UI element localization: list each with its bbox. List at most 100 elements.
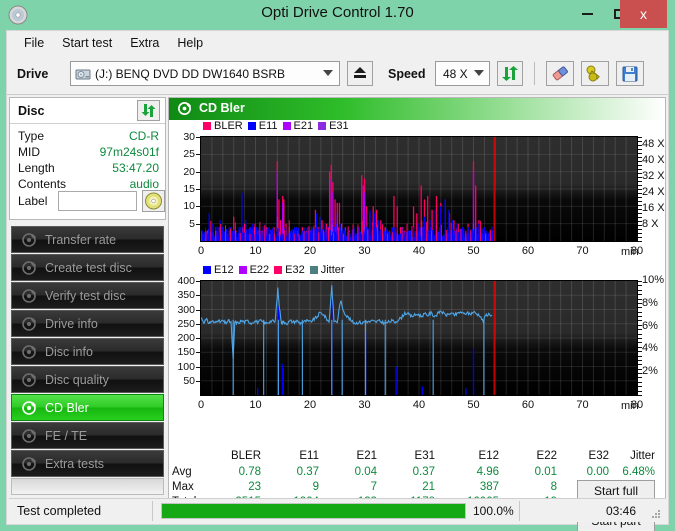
- y2-tick-label: 4%: [642, 342, 658, 355]
- y2-tick: [638, 307, 642, 309]
- x-tick-label: 50: [467, 245, 480, 257]
- title-bar: Opti Drive Control 1.70 x: [0, 0, 675, 30]
- cd-bler-plot-area: [200, 136, 638, 242]
- progress-bar-fill: [162, 504, 465, 518]
- y-tick: [196, 223, 200, 225]
- eject-button[interactable]: [347, 61, 373, 86]
- disc-label-input[interactable]: [58, 191, 137, 211]
- sidebar-item-verify-test-disc[interactable]: Verify test disc: [11, 282, 164, 309]
- y2-tick: [638, 342, 642, 344]
- disc-panel-title: Disc: [18, 104, 45, 118]
- sidebar-item-label: Verify test disc: [45, 289, 126, 303]
- sidebar-item-extra-tests[interactable]: Extra tests: [11, 450, 164, 477]
- sidebar-item-label: Extra tests: [45, 457, 105, 471]
- y-tick: [196, 352, 200, 354]
- disc-gear-icon: [177, 101, 192, 116]
- refresh-button[interactable]: [497, 61, 523, 86]
- y2-tick: [638, 289, 642, 291]
- sidebar-item-transfer-rate[interactable]: Transfer rate: [11, 226, 164, 253]
- sidebar-item-cd-bler[interactable]: CD Bler: [11, 394, 164, 421]
- legend-swatch: [282, 122, 291, 130]
- stats-column-header: E31: [414, 450, 435, 462]
- chevron-down-icon: [323, 70, 333, 76]
- x-tick-label: 30: [358, 399, 371, 411]
- y2-tick-label: 32 X: [642, 170, 665, 182]
- y-tick: [196, 380, 200, 382]
- y2-tick: [638, 141, 642, 142]
- y2-tick: [638, 333, 642, 335]
- menu-file[interactable]: File: [15, 34, 53, 52]
- erase-disc-button[interactable]: [546, 61, 574, 86]
- disc-row-type: Type CD-R: [18, 129, 159, 145]
- y2-tick-label: 40 X: [642, 154, 665, 166]
- legend-swatch: [309, 266, 318, 274]
- disc-gear-icon: [21, 400, 37, 416]
- y2-tick-label: 2%: [642, 365, 658, 378]
- sidebar-item-disc-info[interactable]: Disc info: [11, 338, 164, 365]
- stats-cell: 7: [370, 481, 377, 493]
- drive-select[interactable]: (J:) BENQ DVD DD DW1640 BSRB: [70, 61, 340, 86]
- sidebar-filler: [11, 478, 164, 495]
- y2-tick: [638, 381, 642, 383]
- stats-cell: 6.48%: [622, 466, 655, 478]
- y-tick: [196, 338, 200, 339]
- resize-grip-icon[interactable]: [650, 507, 662, 519]
- close-button[interactable]: x: [620, 0, 667, 28]
- y-tick: [196, 189, 200, 190]
- sidebar: Disc Type CD-R MID 97m24s01f Length 53:4…: [9, 97, 166, 522]
- y2-tick: [638, 149, 642, 150]
- disc-row-value: 53:47.20: [112, 161, 159, 175]
- disc-icon: [145, 192, 162, 210]
- legend-swatch: [318, 122, 327, 130]
- cd-jitter-legend: E12 E22 E32 Jitter: [203, 264, 345, 276]
- y2-tick: [638, 197, 642, 198]
- main-panel: CD Bler BLER E11 E21 E31 5 10 15 20 25 3…: [168, 97, 666, 531]
- y2-tick: [638, 346, 642, 348]
- sidebar-item-fe-te[interactable]: FE / TE: [11, 422, 164, 449]
- sidebar-item-label: Transfer rate: [45, 233, 117, 247]
- disc-refresh-button[interactable]: [137, 100, 160, 121]
- y-tick-label: 25: [183, 148, 195, 161]
- y2-tick: [638, 281, 642, 282]
- status-separator: [519, 501, 520, 521]
- y2-tick: [638, 185, 642, 186]
- stats-cell: 8: [550, 481, 557, 493]
- cd-jitter-chart: E12 E22 E32 Jitter 50 100 150 200 250 30…: [169, 264, 665, 414]
- y2-tick-label: 6%: [642, 319, 658, 332]
- legend-item-e22: E22: [238, 264, 269, 276]
- legend-swatch: [274, 266, 283, 274]
- y2-tick: [638, 169, 642, 170]
- y2-tick: [638, 205, 642, 206]
- y2-tick: [638, 324, 642, 326]
- sidebar-item-drive-info[interactable]: Drive info: [11, 310, 164, 337]
- x-tick-label: 0: [197, 399, 205, 411]
- disc-label-button[interactable]: [142, 190, 165, 212]
- disc-row-key: Contents: [18, 177, 67, 191]
- x-tick-label: 40: [412, 245, 426, 257]
- y2-tick: [638, 157, 642, 158]
- speed-select[interactable]: 48 X: [435, 61, 490, 86]
- legend-label: E31: [329, 120, 349, 132]
- sidebar-item-disc-quality[interactable]: Disc quality: [11, 366, 164, 393]
- sidebar-item-create-test-disc[interactable]: Create test disc: [11, 254, 164, 281]
- cd-bler-chart: BLER E11 E21 E31 5 10 15 20 25 30 8 X 16…: [169, 120, 665, 260]
- y2-tick: [638, 395, 642, 396]
- status-bar: Test completed 100.0% 03:46: [9, 498, 666, 522]
- disc-label-key: Label: [18, 194, 48, 208]
- tools-button[interactable]: [581, 61, 609, 86]
- x-tick-label: 70: [576, 399, 589, 411]
- cd-jitter-plot-area: [200, 280, 638, 396]
- x-tick-label: 30: [358, 245, 371, 257]
- drive-icon: [75, 66, 91, 82]
- disc-gear-icon: [21, 344, 37, 360]
- menu-extra[interactable]: Extra: [121, 34, 168, 52]
- save-button[interactable]: [616, 61, 644, 86]
- stats-row-label: Max: [172, 481, 194, 493]
- menu-start-test[interactable]: Start test: [53, 34, 121, 52]
- sidebar-item-label: Create test disc: [45, 261, 132, 275]
- y2-tick: [638, 294, 642, 296]
- client-area: File Start test Extra Help Drive (J:) BE…: [6, 30, 669, 531]
- y2-tick-label: 10%: [642, 274, 665, 286]
- menu-help[interactable]: Help: [168, 34, 212, 52]
- disc-gear-icon: [21, 232, 37, 248]
